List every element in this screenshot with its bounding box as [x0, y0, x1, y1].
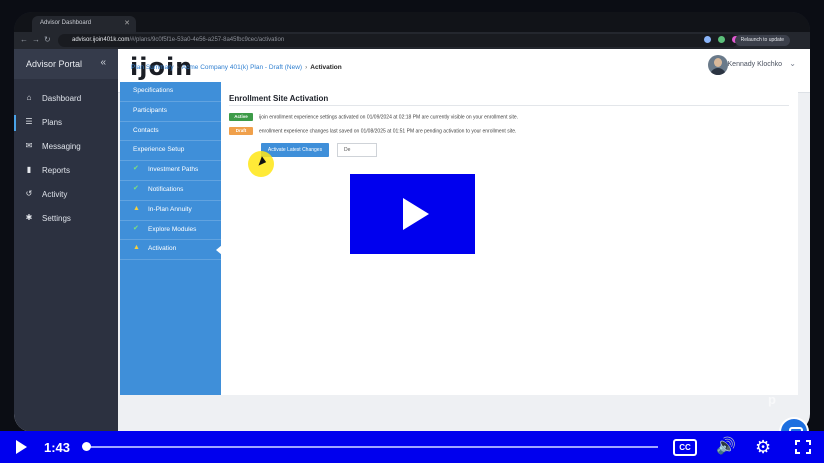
draft-status-row: Draft enrollment experience changes last … — [229, 127, 516, 135]
chevron-down-icon[interactable]: ⌄ — [789, 59, 796, 68]
sidebar-nav: ⌂ Dashboard ☰ Plans ✉ Messaging ▮ Reports ↺ Activ… — [14, 87, 118, 231]
step-investment-paths[interactable]: ✔ Investment Paths — [120, 161, 221, 181]
sidebar-item-label: Dashboard — [42, 94, 82, 103]
sidebar-header: Advisor Portal « — [14, 49, 118, 79]
volume-icon[interactable]: 🔊 — [716, 438, 736, 456]
video-controls: 1:43 CC 🔊 ⚙ — [0, 431, 824, 463]
setup-steps-nav: Specifications Participants Contacts Experi… — [120, 82, 222, 395]
active-status-text: ijoin enrollment experience settings act… — [259, 114, 519, 121]
sidebar-item-plans[interactable]: ☰ Plans — [14, 111, 118, 135]
browser-tab-strip: Advisor Dashboard ✕ — [14, 12, 810, 32]
collapse-sidebar-icon[interactable]: « — [100, 57, 106, 68]
sidebar-item-label: Messaging — [42, 142, 81, 151]
play-icon — [403, 198, 429, 230]
close-tab-icon[interactable]: ✕ — [124, 19, 130, 27]
step-label: Contacts — [133, 126, 159, 134]
portal-title: Advisor Portal — [26, 59, 83, 69]
check-icon: ✔ — [133, 165, 139, 173]
address-bar[interactable]: advisor.ijoin401k.com/#/plans/9c0f5f1e-5… — [58, 34, 738, 47]
url-host: advisor.ijoin401k.com — [72, 37, 130, 43]
step-label: Activation — [148, 245, 177, 253]
step-label: Specifications — [133, 87, 174, 94]
sidebar-item-activity[interactable]: ↺ Activity — [14, 183, 118, 207]
step-label: Explore Modules — [148, 225, 197, 233]
activate-latest-changes-button[interactable]: Activate Latest Changes — [261, 143, 329, 157]
activation-panel: Enrollment Site Activation Active ijoin e… — [221, 82, 798, 395]
sidebar-item-dashboard[interactable]: ⌂ Dashboard — [14, 87, 118, 111]
step-label: Experience Setup — [133, 146, 185, 154]
active-badge: Active — [229, 113, 253, 121]
relaunch-button[interactable]: Relaunch to update — [734, 35, 790, 46]
extension-icon[interactable] — [718, 36, 725, 43]
envelope-icon: ✉ — [25, 141, 33, 150]
home-icon: ⌂ — [26, 93, 32, 102]
sidebar-item-label: Settings — [42, 214, 71, 223]
sidebar-item-label: Plans — [42, 118, 63, 127]
bar-chart-icon: ▮ — [26, 165, 32, 174]
breadcrumb-plan-summary[interactable]: Plan Summary — [131, 64, 174, 71]
back-icon[interactable]: ← — [20, 35, 28, 44]
check-icon: ✔ — [133, 224, 139, 232]
sidebar-item-reports[interactable]: ▮ Reports — [14, 159, 118, 183]
sidebar-item-settings[interactable]: ✱ Settings — [14, 207, 118, 231]
fullscreen-icon[interactable] — [795, 440, 811, 454]
watermark-logo: p — [768, 392, 776, 407]
step-label: Notifications — [148, 185, 184, 193]
step-notifications[interactable]: ✔ Notifications — [120, 181, 221, 201]
browser-tab[interactable]: Advisor Dashboard ✕ — [32, 16, 136, 32]
page-title: Enrollment Site Activation — [229, 94, 329, 103]
active-status-row: Active ijoin enrollment experience settin… — [229, 113, 518, 121]
breadcrumb-current: Activation — [310, 64, 342, 71]
user-name[interactable]: Kennady Klochko — [728, 61, 782, 68]
reload-icon[interactable]: ↻ — [44, 35, 51, 44]
seek-bar[interactable] — [86, 446, 658, 448]
list-icon: ☰ — [25, 117, 33, 126]
step-explore-modules[interactable]: ✔ Explore Modules — [120, 221, 221, 241]
step-label: In-Plan Annuity — [148, 205, 192, 213]
play-icon[interactable] — [16, 440, 27, 454]
url-path: /#/plans/9c0f5f1e-53a0-4e56-a257-8a45fbc… — [129, 37, 285, 43]
gear-icon[interactable]: ⚙ — [755, 437, 771, 457]
forward-icon[interactable]: → — [32, 35, 40, 44]
step-participants[interactable]: Participants — [120, 102, 221, 122]
play-overlay-button[interactable] — [350, 174, 475, 254]
step-label: Participants — [133, 106, 167, 114]
sidebar: Advisor Portal « ⌂ Dashboard ☰ Plans ✉ Messag… — [14, 49, 118, 432]
draft-badge: Draft — [229, 127, 253, 135]
browser-tab-title: Advisor Dashboard — [40, 20, 92, 26]
draft-status-text: enrollment experience changes last saved… — [259, 128, 517, 135]
sidebar-item-label: Activity — [42, 190, 68, 199]
avatar[interactable] — [708, 55, 728, 75]
extension-icon[interactable] — [704, 36, 711, 43]
breadcrumb: Plan Summary › Acme Company 401(k) Plan - … — [131, 64, 342, 71]
captions-button[interactable]: CC — [673, 439, 697, 456]
warning-icon: ▲ — [133, 204, 140, 212]
step-specifications[interactable]: Specifications — [120, 82, 221, 102]
gear-icon: ✱ — [25, 213, 33, 222]
playback-time: 1:43 — [44, 440, 71, 455]
browser-toolbar: ← → ↻ advisor.ijoin401k.com/#/plans/9c0f… — [14, 32, 810, 49]
step-in-plan-annuity[interactable]: ▲ In-Plan Annuity — [120, 201, 221, 221]
breadcrumb-separator: › — [305, 64, 308, 71]
step-activation[interactable]: ▲ Activation — [120, 240, 222, 261]
check-icon: ✔ — [133, 184, 139, 192]
breadcrumb-separator: › — [176, 64, 179, 71]
secondary-action-button[interactable]: De — [337, 143, 377, 157]
step-contacts[interactable]: Contacts — [120, 122, 221, 142]
sidebar-item-label: Reports — [42, 166, 71, 175]
step-label: Investment Paths — [148, 166, 199, 174]
seek-handle[interactable] — [82, 442, 91, 451]
step-experience-setup[interactable]: Experience Setup — [120, 141, 221, 162]
history-icon: ↺ — [25, 189, 33, 198]
breadcrumb-plan[interactable]: Acme Company 401(k) Plan - Draft (New) — [182, 64, 302, 71]
divider — [229, 105, 789, 106]
sidebar-item-messaging[interactable]: ✉ Messaging — [14, 135, 118, 159]
warning-icon: ▲ — [133, 244, 140, 252]
